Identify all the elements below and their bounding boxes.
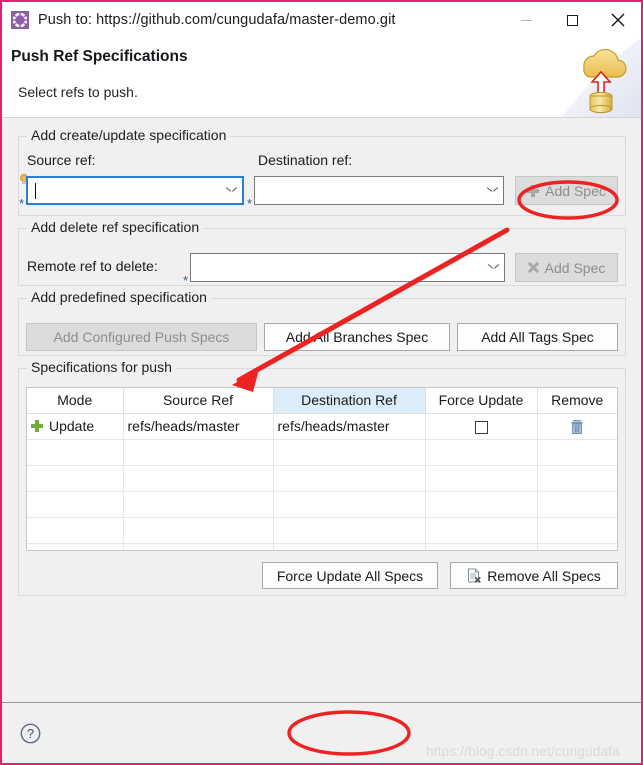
remove-doc-icon <box>468 568 482 583</box>
table-row-empty[interactable] <box>27 543 617 550</box>
mode-column-header[interactable]: Mode <box>27 388 124 414</box>
chevron-down-icon[interactable] <box>220 178 242 203</box>
add-spec-create-button[interactable]: Add Spec <box>515 176 618 205</box>
cell-mode-label: Update <box>49 418 95 434</box>
add-all-branches-spec-label: Add All Branches Spec <box>285 329 429 345</box>
push-refspec-dialog: Push to: https://github.com/cungudafa/ma… <box>0 0 643 765</box>
trash-icon[interactable] <box>570 419 584 435</box>
remote-ref-to-delete-label: Remote ref to delete: <box>27 258 158 274</box>
force-update-checkbox[interactable] <box>474 420 488 434</box>
chevron-down-icon[interactable] <box>482 254 504 281</box>
cell-remove[interactable] <box>537 413 617 440</box>
remote-ref-required-marker: * <box>183 273 189 288</box>
minimize-button[interactable] <box>503 2 549 38</box>
maximize-button[interactable] <box>549 2 595 38</box>
add-predefined-legend: Add predefined specification <box>27 289 211 305</box>
window-title: Push to: https://github.com/cungudafa/ma… <box>38 12 396 28</box>
source-ref-label: Source ref: <box>27 152 96 168</box>
add-all-tags-spec-button[interactable]: Add All Tags Spec <box>457 323 618 351</box>
force-update-all-specs-button[interactable]: Force Update All Specs <box>262 562 438 589</box>
force-update-all-specs-label: Force Update All Specs <box>276 567 424 584</box>
dialog-body: Add create/update specification Source r… <box>2 118 641 702</box>
add-spec-delete-button[interactable]: Add Spec <box>515 253 618 282</box>
table-row[interactable]: Update refs/heads/master refs/heads/mast… <box>27 413 617 440</box>
cloud-upload-icon <box>551 38 641 117</box>
cell-mode[interactable]: Update <box>27 413 124 440</box>
table-row-empty[interactable] <box>27 465 617 492</box>
force-update-column-header[interactable]: Force Update <box>425 388 538 414</box>
add-create-update-legend: Add create/update specification <box>27 127 231 143</box>
page-title: Push Ref Specifications <box>11 48 188 65</box>
cell-source-ref[interactable]: refs/heads/master <box>123 413 274 440</box>
plus-icon <box>527 184 540 197</box>
text-cursor <box>35 183 36 199</box>
add-delete-ref-legend: Add delete ref specification <box>27 219 204 235</box>
gear-icon <box>11 11 29 29</box>
chevron-down-icon[interactable] <box>481 177 503 204</box>
remote-ref-to-delete-combo[interactable] <box>190 253 505 282</box>
plus-icon <box>31 420 43 432</box>
table-row-empty[interactable] <box>27 491 617 518</box>
destination-ref-label: Destination ref: <box>258 152 353 168</box>
close-button[interactable] <box>595 2 641 38</box>
add-configured-push-specs-label: Add Configured Push Specs <box>53 329 230 345</box>
add-spec-delete-label: Add Spec <box>544 259 606 276</box>
specs-table[interactable]: Mode Source Ref Destination Ref Force Up… <box>26 387 618 551</box>
source-ref-required-marker: * <box>19 196 25 211</box>
table-row-empty[interactable] <box>27 439 617 466</box>
minimize-icon <box>520 19 532 21</box>
window-titlebar: Push to: https://github.com/cungudafa/ma… <box>2 2 641 38</box>
destination-ref-required-marker: * <box>247 196 253 211</box>
remove-all-specs-label: Remove All Specs <box>487 567 601 584</box>
specifications-for-push-legend: Specifications for push <box>27 359 176 375</box>
cell-force-update[interactable] <box>425 413 538 440</box>
remove-all-specs-button[interactable]: Remove All Specs <box>450 562 618 589</box>
svg-text:?: ? <box>27 726 34 741</box>
cell-destination-ref[interactable]: refs/heads/master <box>273 413 426 440</box>
table-row-empty[interactable] <box>27 517 617 544</box>
destination-ref-combo[interactable] <box>254 176 504 205</box>
page-subtitle: Select refs to push. <box>18 84 138 100</box>
maximize-icon <box>566 14 578 26</box>
source-ref-column-header[interactable]: Source Ref <box>123 388 274 414</box>
help-icon[interactable]: ? <box>20 723 41 744</box>
destination-ref-column-header[interactable]: Destination Ref <box>273 388 426 414</box>
add-all-tags-spec-label: Add All Tags Spec <box>481 329 594 345</box>
remove-column-header[interactable]: Remove <box>537 388 617 414</box>
x-icon <box>527 261 539 274</box>
add-all-branches-spec-button[interactable]: Add All Branches Spec <box>264 323 450 351</box>
watermark: https://blog.csdn.net/cungudafa <box>426 744 620 759</box>
window-controls <box>503 2 641 38</box>
add-spec-create-label: Add Spec <box>545 182 606 199</box>
wizard-header: Push Ref Specifications Select refs to p… <box>2 38 641 118</box>
close-icon <box>611 13 625 27</box>
table-header-row: Mode Source Ref Destination Ref Force Up… <box>27 388 617 414</box>
source-ref-combo[interactable] <box>26 176 244 205</box>
add-configured-push-specs-button[interactable]: Add Configured Push Specs <box>26 323 257 351</box>
